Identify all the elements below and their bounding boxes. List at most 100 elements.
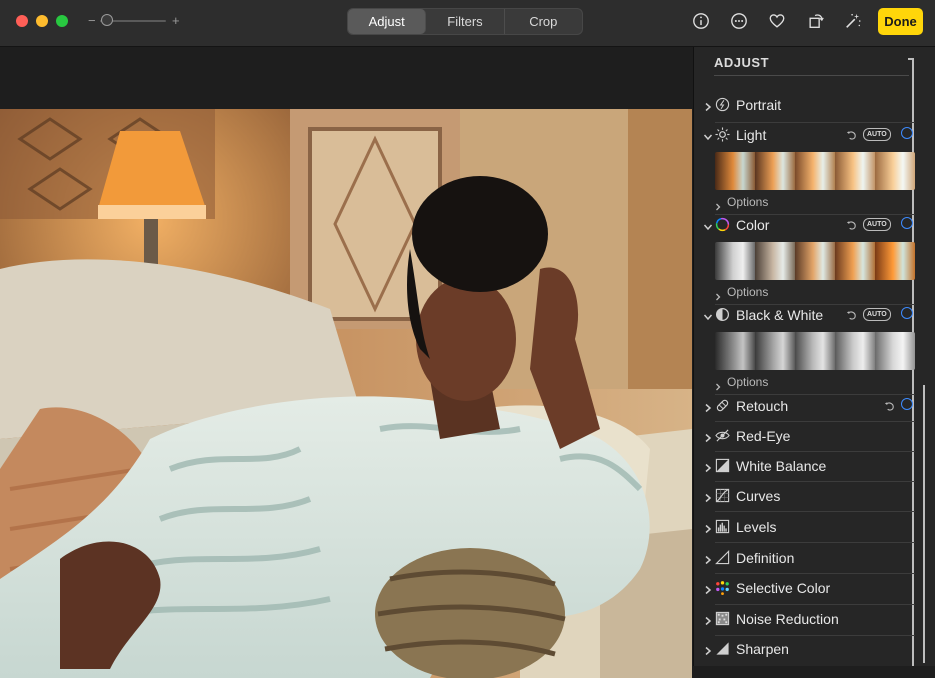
chevron-right-icon[interactable] — [703, 490, 713, 503]
adjust-item-portrait[interactable]: Portrait — [694, 92, 916, 120]
chevron-right-icon[interactable] — [703, 521, 713, 534]
zoom-in-icon[interactable]: + — [172, 13, 180, 28]
edited-photo[interactable] — [0, 109, 692, 678]
more-icon[interactable] — [729, 11, 749, 31]
adjust-item-label: Levels — [736, 519, 777, 535]
auto-button[interactable]: AUTO — [863, 308, 891, 321]
adjust-item-label: White Balance — [736, 458, 827, 474]
light-options[interactable]: Options — [694, 194, 894, 212]
adjust-item-definition[interactable]: Definition — [694, 545, 916, 573]
tab-adjust[interactable]: Adjust — [348, 9, 427, 34]
adjust-item-red-eye[interactable]: Red-Eye — [694, 423, 916, 451]
panel-title: ADJUST — [714, 55, 770, 70]
chevron-right-icon[interactable] — [703, 460, 713, 473]
adjust-item-label: Selective Color — [736, 580, 831, 596]
options-label: Options — [727, 285, 769, 299]
adjust-item-label: Definition — [736, 550, 795, 566]
sharpen-icon — [715, 641, 731, 657]
undo-icon[interactable] — [846, 218, 858, 230]
magic-wand-icon[interactable] — [843, 11, 863, 31]
chevron-right-icon[interactable] — [703, 99, 713, 112]
close-window-button[interactable] — [16, 15, 28, 27]
black-white-thumbnail-strip[interactable] — [715, 332, 915, 370]
color-thumbnail-strip[interactable] — [715, 242, 915, 280]
curves-icon — [715, 488, 731, 504]
zoom-slider-knob[interactable] — [101, 14, 113, 26]
done-button[interactable]: Done — [878, 8, 923, 35]
adjust-item-retouch[interactable]: Retouch — [694, 393, 916, 421]
adjust-item-white-balance[interactable]: White Balance — [694, 453, 916, 481]
chevron-right-icon[interactable] — [703, 552, 713, 565]
toolbar: − + Adjust Filters Crop Done — [0, 0, 935, 47]
undo-icon[interactable] — [846, 308, 858, 320]
adjust-item-label: Portrait — [736, 97, 782, 113]
photo-canvas — [0, 47, 692, 678]
toggle-adjustment-button[interactable] — [901, 307, 913, 319]
chevron-down-icon[interactable] — [703, 219, 713, 231]
adjust-item-label: Noise Reduction — [736, 611, 839, 627]
divider — [715, 421, 915, 422]
sun-icon — [715, 127, 731, 143]
bandage-icon — [715, 398, 731, 414]
eye-icon — [715, 428, 731, 444]
adjust-item-levels[interactable]: Levels — [694, 514, 916, 542]
divider — [715, 451, 915, 452]
color-wheel-icon — [715, 217, 731, 233]
divider — [715, 481, 915, 482]
options-label: Options — [727, 375, 769, 389]
adjust-item-noise-reduction[interactable]: Noise Reduction — [694, 606, 916, 634]
color-options[interactable]: Options — [694, 284, 894, 302]
edit-mode-segmented-control: Adjust Filters Crop — [347, 8, 583, 35]
chevron-right-icon[interactable] — [703, 643, 713, 656]
auto-button[interactable]: AUTO — [863, 218, 891, 231]
divider — [715, 542, 915, 543]
black-white-options[interactable]: Options — [694, 374, 894, 392]
chevron-down-icon[interactable] — [703, 309, 713, 321]
zoom-out-icon[interactable]: − — [88, 13, 96, 28]
adjust-item-color[interactable]: Color AUTO — [694, 212, 916, 240]
half-circle-icon — [715, 307, 731, 323]
chevron-right-icon[interactable] — [714, 378, 722, 391]
white-balance-icon — [715, 458, 731, 474]
adjust-item-label: Black & White — [736, 307, 824, 323]
undo-icon[interactable] — [846, 128, 858, 140]
toggle-adjustment-button[interactable] — [901, 217, 913, 229]
adjust-item-label: Sharpen — [736, 641, 789, 657]
toggle-adjustment-button[interactable] — [901, 398, 913, 410]
adjust-item-light[interactable]: Light AUTO — [694, 122, 916, 150]
scrollbar-thumb[interactable] — [923, 385, 925, 663]
tab-crop[interactable]: Crop — [505, 9, 582, 34]
zoom-window-button[interactable] — [56, 15, 68, 27]
chevron-right-icon[interactable] — [703, 400, 713, 413]
divider — [715, 604, 915, 605]
undo-icon[interactable] — [884, 399, 896, 411]
adjust-item-label: Retouch — [736, 398, 789, 414]
chevron-right-icon[interactable] — [714, 288, 722, 301]
info-icon[interactable] — [691, 11, 711, 31]
adjust-panel: ADJUST Portrait Light AUTO Options Color… — [693, 47, 935, 666]
adjust-item-selective-color[interactable]: Selective Color — [694, 575, 916, 603]
chevron-right-icon[interactable] — [703, 430, 713, 443]
adjust-item-curves[interactable]: Curves — [694, 483, 916, 511]
adjust-item-label: Light — [736, 127, 767, 143]
definition-icon — [715, 550, 731, 566]
noise-icon — [715, 611, 731, 627]
adjust-item-label: Red-Eye — [736, 428, 791, 444]
chevron-right-icon[interactable] — [703, 613, 713, 626]
auto-button[interactable]: AUTO — [863, 128, 891, 141]
adjust-item-black-white[interactable]: Black & White AUTO — [694, 302, 916, 330]
divider — [715, 573, 915, 574]
portrait-icon — [715, 97, 731, 113]
selective-color-icon — [715, 580, 731, 596]
heart-icon[interactable] — [767, 11, 787, 31]
chevron-down-icon[interactable] — [703, 129, 713, 141]
rotate-icon[interactable] — [806, 11, 826, 31]
chevron-right-icon[interactable] — [714, 198, 722, 211]
toggle-adjustment-button[interactable] — [901, 127, 913, 139]
light-thumbnail-strip[interactable] — [715, 152, 915, 190]
minimize-window-button[interactable] — [36, 15, 48, 27]
adjust-item-sharpen[interactable]: Sharpen — [694, 636, 916, 664]
divider — [715, 511, 915, 512]
tab-filters[interactable]: Filters — [426, 9, 505, 34]
chevron-right-icon[interactable] — [703, 582, 713, 595]
